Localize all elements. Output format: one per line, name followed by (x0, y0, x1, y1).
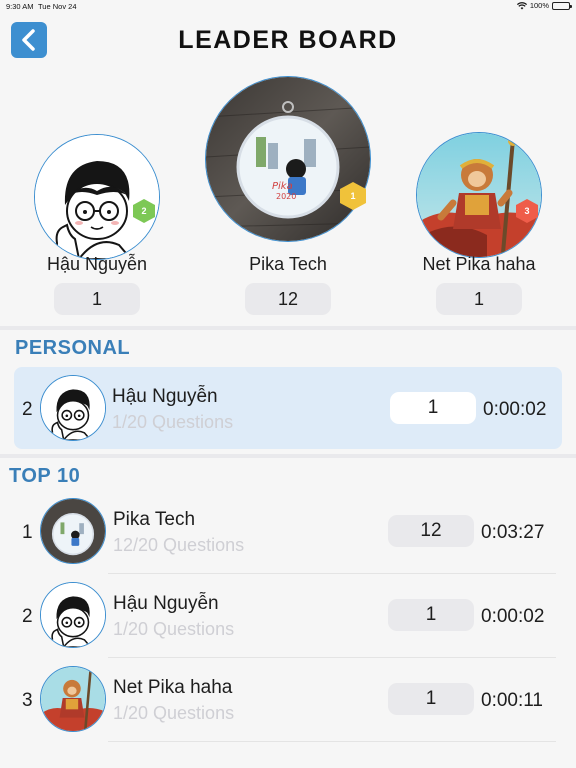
row-name: Net Pika haha (113, 677, 233, 698)
podium: 2 Hậu Nguyễn 1 Pika 2020 1 Pika Tech 12 (0, 70, 576, 326)
cartoon-boy-icon (41, 376, 105, 440)
podium-avatar-third[interactable] (416, 132, 542, 258)
wifi-icon (516, 1, 527, 9)
keychain-photo-icon: Pika 2020 (206, 77, 370, 241)
personal-questions: 1/20 Questions (112, 412, 234, 432)
status-date: Tue Nov 24 (38, 2, 77, 11)
podium-score-third: 1 (436, 283, 522, 315)
section-divider (0, 454, 576, 458)
personal-section-title: PERSONAL (15, 337, 131, 359)
monkey-king-icon (41, 667, 105, 731)
status-right: 100% (516, 1, 572, 10)
row-score: 1 (388, 599, 474, 631)
top10-row[interactable]: 3 Net Pika haha 1/20 Questions 1 0:00:11 (0, 658, 576, 742)
row-rank: 1 (22, 522, 33, 543)
row-name: Hậu Nguyễn (113, 593, 219, 614)
row-score: 1 (388, 683, 474, 715)
status-bar: 9:30 AM Tue Nov 24 100% (0, 0, 576, 14)
row-avatar (40, 582, 106, 648)
row-avatar (40, 498, 106, 564)
keychain-photo-icon (41, 499, 105, 563)
battery-icon (552, 1, 572, 10)
row-divider (108, 741, 556, 742)
monkey-king-icon (417, 133, 541, 257)
svg-text:Pika: Pika (272, 181, 293, 192)
top10-row[interactable]: 1 Pika Tech 12/20 Questions 12 0:03:27 (0, 490, 576, 574)
personal-score: 1 (390, 392, 476, 424)
personal-rank: 2 (22, 399, 33, 420)
page-title: LEADER BOARD (178, 26, 398, 54)
status-time: 9:30 AM (6, 2, 34, 11)
cartoon-boy-icon (41, 583, 105, 647)
podium-name-third: Net Pika haha (422, 254, 536, 274)
svg-text:2020: 2020 (276, 192, 296, 201)
personal-row[interactable]: 2 Hậu Nguyễn 1/20 Questions 1 0:00:02 (14, 367, 562, 449)
row-questions: 12/20 Questions (113, 535, 245, 555)
podium-avatar-first[interactable]: Pika 2020 (205, 76, 371, 242)
personal-name: Hậu Nguyễn (112, 386, 218, 407)
row-rank: 3 (22, 690, 33, 711)
row-score: 12 (388, 515, 474, 547)
cartoon-boy-icon (35, 135, 159, 259)
battery-percent: 100% (529, 1, 549, 10)
row-avatar (40, 666, 106, 732)
personal-avatar (40, 375, 106, 441)
row-questions: 1/20 Questions (113, 619, 235, 639)
podium-score-second: 1 (54, 283, 140, 315)
top10-row[interactable]: 2 Hậu Nguyễn 1/20 Questions 1 0:00:02 (0, 574, 576, 658)
row-rank: 2 (22, 606, 33, 627)
section-divider (0, 326, 576, 330)
podium-avatar-second[interactable] (34, 134, 160, 260)
podium-score-first: 12 (245, 283, 331, 315)
personal-time: 0:00:02 (483, 399, 547, 420)
top10-section-title: TOP 10 (9, 465, 81, 487)
podium-name-first: Pika Tech (249, 254, 327, 274)
row-questions: 1/20 Questions (113, 703, 235, 723)
row-time: 0:00:02 (481, 606, 545, 627)
row-time: 0:00:11 (481, 690, 543, 711)
row-time: 0:03:27 (481, 522, 545, 543)
row-name: Pika Tech (113, 509, 196, 530)
podium-name-second: Hậu Nguyễn (46, 254, 148, 274)
